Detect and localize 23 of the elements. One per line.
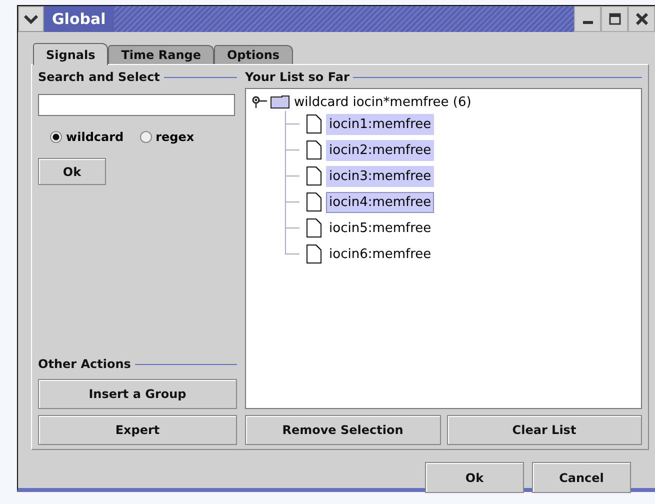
action-button[interactable]: Insert a Group bbox=[38, 379, 237, 409]
list-action-button[interactable]: Remove Selection bbox=[245, 415, 440, 445]
section-title: Other Actions bbox=[38, 357, 131, 371]
tree-item[interactable]: iocin6:memfree bbox=[326, 244, 434, 264]
section-title: Your List so Far bbox=[245, 70, 350, 84]
dialog-button[interactable]: Cancel bbox=[532, 462, 631, 493]
radio-option[interactable]: regex bbox=[140, 130, 194, 144]
tree-node[interactable]: wildcard iocin*memfree (6) bbox=[292, 94, 472, 110]
tree-item[interactable]: iocin2:memfree bbox=[326, 140, 434, 160]
list-action-button[interactable]: Clear List bbox=[446, 415, 642, 445]
radio-option[interactable]: wildcard bbox=[50, 130, 124, 144]
tab[interactable]: Options bbox=[214, 45, 293, 64]
tree-item[interactable]: iocin4:memfree bbox=[326, 192, 434, 212]
ok-button[interactable]: Ok bbox=[38, 158, 106, 185]
tab[interactable]: Time Range bbox=[108, 45, 214, 64]
action-button[interactable]: Expert bbox=[38, 415, 237, 445]
window-title: Global bbox=[44, 6, 114, 32]
section-title: Search and Select bbox=[38, 70, 160, 84]
dialog-button[interactable]: Ok bbox=[425, 462, 524, 493]
tree-item[interactable]: iocin3:memfree bbox=[326, 166, 434, 186]
tab[interactable]: Signals bbox=[33, 43, 108, 65]
tree-item[interactable]: iocin1:memfree bbox=[326, 114, 434, 134]
tree-item[interactable]: iocin5:memfree bbox=[326, 218, 434, 238]
